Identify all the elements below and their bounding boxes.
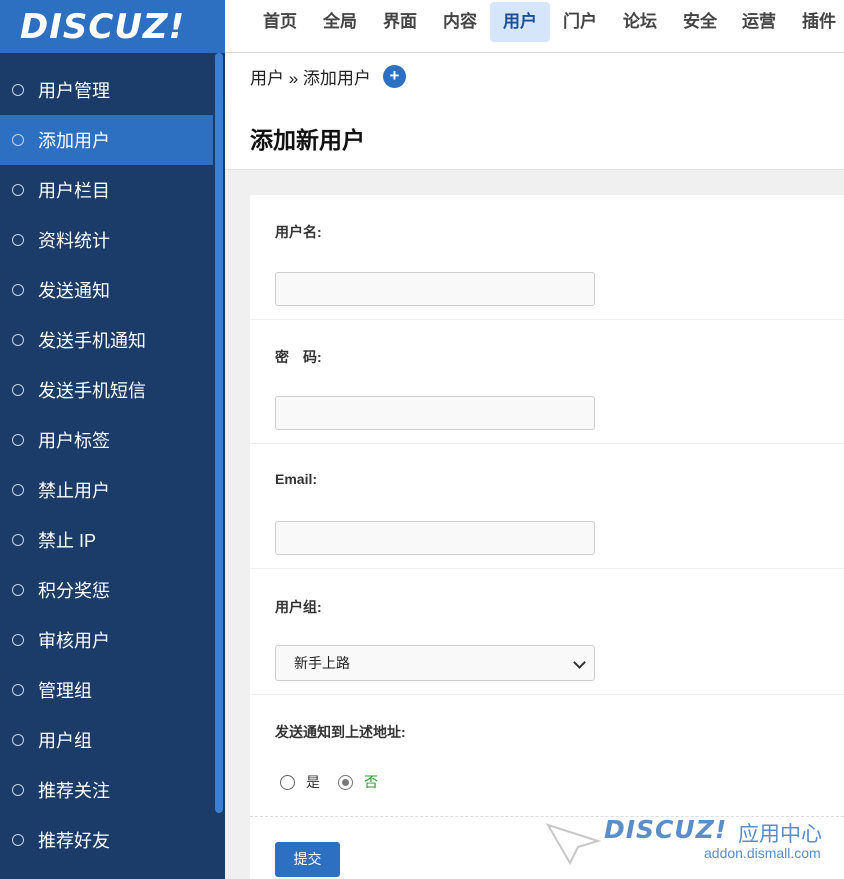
sidebar-item-send-sms[interactable]: 发送手机短信 — [0, 365, 213, 415]
sidebar-item-ban-user[interactable]: 禁止用户 — [0, 465, 213, 515]
logo-text: DISCUZ! — [20, 6, 186, 47]
sidebar-item-label: 用户标签 — [38, 431, 110, 451]
submit-button[interactable]: 提交 — [275, 842, 340, 877]
breadcrumb-text: 用户 » 添加用户 — [250, 68, 371, 88]
username-label: 用户名: — [275, 224, 322, 240]
sidebar-item-user-groups[interactable]: 用户组 — [0, 715, 213, 765]
sidebar-item-label: 用户管理 — [38, 81, 110, 101]
email-label: Email: — [275, 471, 318, 487]
bullet-icon — [12, 684, 24, 696]
bullet-icon — [12, 334, 24, 346]
password-label: 密 码: — [275, 349, 322, 365]
sidebar-item-credits[interactable]: 积分奖惩 — [0, 565, 213, 615]
sidebar-item-label: 禁止用户 — [38, 481, 110, 501]
bullet-icon — [12, 234, 24, 246]
sidebar-item-user-tags[interactable]: 用户标签 — [0, 415, 213, 465]
bullet-icon — [12, 484, 24, 496]
sidebar-item-moderate-users[interactable]: 审核用户 — [0, 615, 213, 665]
username-field-row: 用户名: — [250, 195, 844, 320]
sidebar-item-label: 用户栏目 — [38, 181, 110, 201]
bullet-icon — [12, 134, 24, 146]
sidebar-item-label: 发送手机短信 — [38, 381, 146, 401]
plus-circle-icon[interactable]: + — [382, 64, 406, 88]
sidebar-item-label: 积分奖惩 — [38, 581, 110, 601]
sidebar-item-label: 禁止 IP — [38, 531, 97, 551]
bullet-icon — [12, 534, 24, 546]
user-group-select[interactable]: 新手上路 — [275, 645, 595, 681]
user-group-selected: 新手上路 — [294, 655, 350, 671]
nav-tab-global[interactable]: 全局 — [310, 2, 370, 42]
watermark-url: addon.dismall.com — [704, 845, 821, 861]
bullet-icon — [12, 784, 24, 796]
bullet-icon — [12, 184, 24, 196]
email-input[interactable] — [275, 521, 595, 555]
nav-tab-operation[interactable]: 运营 — [729, 2, 789, 42]
top-nav: 首页 全局 界面 内容 用户 门户 论坛 安全 运营 插件 — [225, 0, 844, 53]
cursor-arrow-icon — [546, 823, 602, 865]
sidebar-item-label: 推荐关注 — [38, 781, 110, 801]
title-bar: 添加新用户 — [225, 99, 844, 170]
scrollbar-thumb[interactable] — [215, 53, 223, 813]
chevron-down-icon — [573, 656, 586, 669]
notify-label: 发送通知到上述地址: — [275, 724, 406, 740]
nav-tab-plugin[interactable]: 插件 — [789, 2, 844, 42]
radio-checked-icon — [338, 774, 353, 790]
sidebar-item-label: 发送手机通知 — [38, 331, 146, 351]
sidebar-scrollbar[interactable] — [213, 53, 225, 879]
form-panel: 用户名: 密 码: Email: 用户组: 新手上路 发送通知到上述地址: 是 … — [250, 195, 844, 879]
notify-field-row: 发送通知到上述地址: 是 否 — [250, 695, 844, 816]
nav-tab-portal[interactable]: 门户 — [550, 2, 610, 42]
notify-no-label: 否 — [364, 774, 378, 790]
password-field-row: 密 码: — [250, 320, 844, 444]
bullet-icon — [12, 584, 24, 596]
username-input[interactable] — [275, 272, 595, 306]
nav-tab-user[interactable]: 用户 — [490, 2, 550, 42]
password-input[interactable] — [275, 396, 595, 430]
bullet-icon — [12, 734, 24, 746]
sidebar-item-admin-groups[interactable]: 管理组 — [0, 665, 213, 715]
sidebar-item-ban-ip[interactable]: 禁止 IP — [0, 515, 213, 565]
radio-unchecked-icon — [280, 774, 295, 790]
bullet-icon — [12, 634, 24, 646]
sidebar-item-label: 资料统计 — [38, 231, 110, 251]
sidebar: 用户管理 添加用户 用户栏目 资料统计 发送通知 发送手机通知 发送手机短信 用… — [0, 53, 225, 879]
notify-yes-radio[interactable]: 是 — [280, 772, 320, 792]
sidebar-item-send-mobile-notice[interactable]: 发送手机通知 — [0, 315, 213, 365]
logo[interactable]: DISCUZ! — [0, 0, 225, 53]
breadcrumb: 用户 » 添加用户 + — [225, 53, 844, 99]
sidebar-item-label: 用户组 — [38, 731, 92, 751]
bullet-icon — [12, 434, 24, 446]
group-field-row: 用户组: 新手上路 — [250, 569, 844, 695]
sidebar-item-recommend-friends[interactable]: 推荐好友 — [0, 815, 213, 865]
sidebar-item-add-user[interactable]: 添加用户 — [0, 115, 213, 165]
notify-yes-label: 是 — [306, 774, 320, 790]
group-label: 用户组: — [275, 599, 322, 615]
nav-tab-content[interactable]: 内容 — [430, 2, 490, 42]
bullet-icon — [12, 384, 24, 396]
nav-tab-style[interactable]: 界面 — [370, 2, 430, 42]
email-field-row: Email: — [250, 444, 844, 569]
sidebar-item-label: 推荐好友 — [38, 831, 110, 851]
watermark-brand: DISCUZ! — [604, 815, 728, 844]
nav-tab-home[interactable]: 首页 — [250, 2, 310, 42]
sidebar-item-user-manage[interactable]: 用户管理 — [0, 65, 213, 115]
watermark-cn: 应用中心 — [738, 823, 822, 846]
nav-tab-forum[interactable]: 论坛 — [610, 2, 670, 42]
sidebar-item-user-fields[interactable]: 用户栏目 — [0, 165, 213, 215]
sidebar-item-label: 发送通知 — [38, 281, 110, 301]
bullet-icon — [12, 834, 24, 846]
watermark: DISCUZ! 应用中心 addon.dismall.com — [546, 815, 836, 865]
sidebar-item-send-notice[interactable]: 发送通知 — [0, 265, 213, 315]
page-title: 添加新用户 — [250, 127, 365, 153]
bullet-icon — [12, 284, 24, 296]
sidebar-item-label: 审核用户 — [38, 631, 110, 651]
nav-tab-security[interactable]: 安全 — [670, 2, 730, 42]
notify-no-radio[interactable]: 否 — [338, 772, 378, 792]
sidebar-item-label: 管理组 — [38, 681, 92, 701]
bullet-icon — [12, 84, 24, 96]
sidebar-item-recommend-follow[interactable]: 推荐关注 — [0, 765, 213, 815]
sidebar-item-profile-stats[interactable]: 资料统计 — [0, 215, 213, 265]
sidebar-item-label: 添加用户 — [38, 131, 110, 151]
